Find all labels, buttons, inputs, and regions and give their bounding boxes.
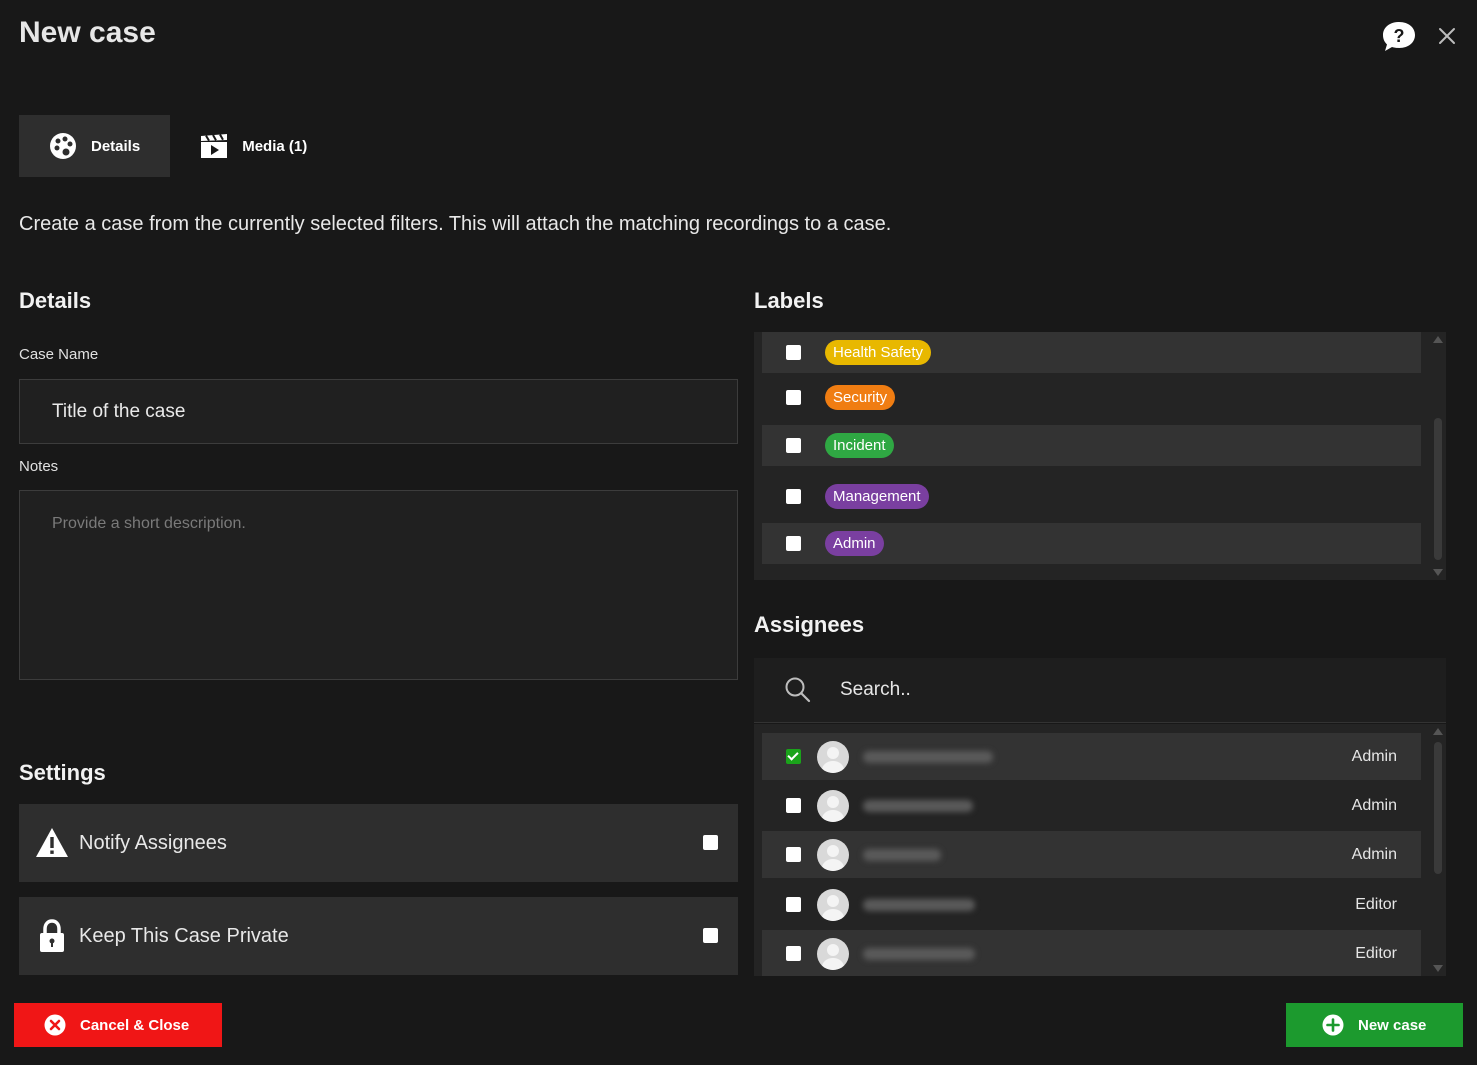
scroll-thumb[interactable] <box>1434 418 1442 560</box>
tab-media-label: Media (1) <box>242 137 308 155</box>
assignee-name-redacted <box>863 898 975 911</box>
setting-keep-private: Keep This Case Private <box>19 897 738 975</box>
scroll-thumb[interactable] <box>1434 742 1442 874</box>
assignee-row[interactable]: Editor <box>762 930 1421 976</box>
assignee-role: Admin <box>1351 845 1397 863</box>
help-bubble-icon[interactable]: ? <box>1381 20 1417 54</box>
label-checkbox[interactable] <box>786 345 801 360</box>
svg-text:?: ? <box>1394 26 1405 46</box>
assignees-heading: Assignees <box>754 612 865 637</box>
label-row-management[interactable]: Management <box>762 476 1421 517</box>
clapperboard-icon <box>200 132 228 160</box>
case-name-value: Title of the case <box>52 400 186 422</box>
settings-heading: Settings <box>19 760 106 785</box>
label-checkbox[interactable] <box>786 536 801 551</box>
assignee-row[interactable]: Admin <box>762 831 1421 878</box>
avatar <box>817 789 849 822</box>
scroll-up-icon[interactable] <box>1433 336 1443 343</box>
tab-media[interactable]: Media (1) <box>170 115 337 177</box>
tab-details-label: Details <box>91 137 141 155</box>
scroll-down-icon[interactable] <box>1433 569 1443 576</box>
assignee-name-redacted <box>863 848 941 861</box>
assignee-search-input[interactable]: Search.. <box>754 658 1446 723</box>
tab-details[interactable]: Details <box>19 115 171 177</box>
label-row-security[interactable]: Security <box>762 377 1421 418</box>
assignee-row[interactable]: Admin <box>762 733 1421 780</box>
assignee-row[interactable]: Editor <box>762 881 1421 928</box>
lock-icon <box>35 919 69 953</box>
avatar <box>817 740 849 773</box>
assignees-list: Admin Admin Admin Editor Editor <box>754 724 1446 976</box>
search-placeholder: Search.. <box>840 679 911 700</box>
labels-heading: Labels <box>754 288 824 313</box>
avatar <box>817 838 849 871</box>
assignee-checkbox[interactable] <box>786 798 801 813</box>
assignee-checkbox[interactable] <box>786 897 801 912</box>
search-icon <box>784 676 812 704</box>
assignee-name-redacted <box>863 947 975 960</box>
label-pill-management[interactable]: Management <box>825 484 929 509</box>
palette-icon <box>49 132 77 160</box>
warning-icon <box>35 826 69 860</box>
new-case-label: New case <box>1358 1016 1427 1034</box>
label-pill-health-safety[interactable]: Health Safety <box>825 340 932 365</box>
label-checkbox[interactable] <box>786 438 801 453</box>
label-row-health-safety[interactable]: Health Safety <box>762 332 1421 373</box>
setting-private-label: Keep This Case Private <box>79 924 289 947</box>
new-case-button[interactable]: New case <box>1286 1003 1463 1047</box>
scroll-down-icon[interactable] <box>1433 965 1443 972</box>
assignee-role: Admin <box>1351 796 1397 814</box>
assignee-role: Editor <box>1355 944 1397 962</box>
keep-private-checkbox[interactable] <box>703 928 718 943</box>
tab-bar: Details Media (1) <box>19 115 337 177</box>
avatar <box>817 937 849 970</box>
cancel-circle-icon <box>44 1014 66 1036</box>
labels-list: Health Safety Security Incident Manageme… <box>754 332 1446 580</box>
page-title: New case <box>19 16 156 49</box>
assignee-role: Editor <box>1355 895 1397 913</box>
label-checkbox[interactable] <box>786 489 801 504</box>
notes-placeholder: Provide a short description. <box>52 515 246 532</box>
cancel-close-button[interactable]: Cancel & Close <box>14 1003 222 1047</box>
label-pill-incident[interactable]: Incident <box>825 433 894 458</box>
assignee-checkbox[interactable] <box>786 749 801 764</box>
assignee-role: Admin <box>1351 747 1397 765</box>
scroll-up-icon[interactable] <box>1433 728 1443 735</box>
assignee-checkbox[interactable] <box>786 847 801 862</box>
assignee-checkbox[interactable] <box>786 946 801 961</box>
details-heading: Details <box>19 288 92 313</box>
avatar <box>817 888 849 921</box>
assignee-name-redacted <box>863 799 973 812</box>
close-icon[interactable] <box>1435 24 1459 48</box>
assignees-scrollbar[interactable] <box>1430 724 1446 976</box>
notes-textarea[interactable]: Provide a short description. <box>19 490 738 680</box>
labels-scrollbar[interactable] <box>1430 332 1446 580</box>
notify-assignees-checkbox[interactable] <box>703 835 718 850</box>
label-row-admin[interactable]: Admin <box>762 523 1421 564</box>
plus-circle-icon <box>1322 1014 1344 1036</box>
label-checkbox[interactable] <box>786 390 801 405</box>
case-name-input[interactable]: Title of the case <box>19 379 738 444</box>
setting-notify-assignees: Notify Assignees <box>19 804 738 882</box>
label-row-incident[interactable]: Incident <box>762 425 1421 466</box>
label-pill-security[interactable]: Security <box>825 385 896 410</box>
notes-label: Notes <box>19 458 59 475</box>
new-case-dialog: New case ? Details Media (1) Create a ca… <box>0 0 1477 1065</box>
assignee-name-redacted <box>863 750 993 763</box>
intro-text: Create a case from the currently selecte… <box>19 213 892 235</box>
assignee-row[interactable]: Admin <box>762 782 1421 829</box>
cancel-close-label: Cancel & Close <box>80 1016 190 1034</box>
label-pill-admin[interactable]: Admin <box>825 531 884 556</box>
setting-notify-label: Notify Assignees <box>79 831 227 854</box>
case-name-label: Case Name <box>19 346 99 363</box>
